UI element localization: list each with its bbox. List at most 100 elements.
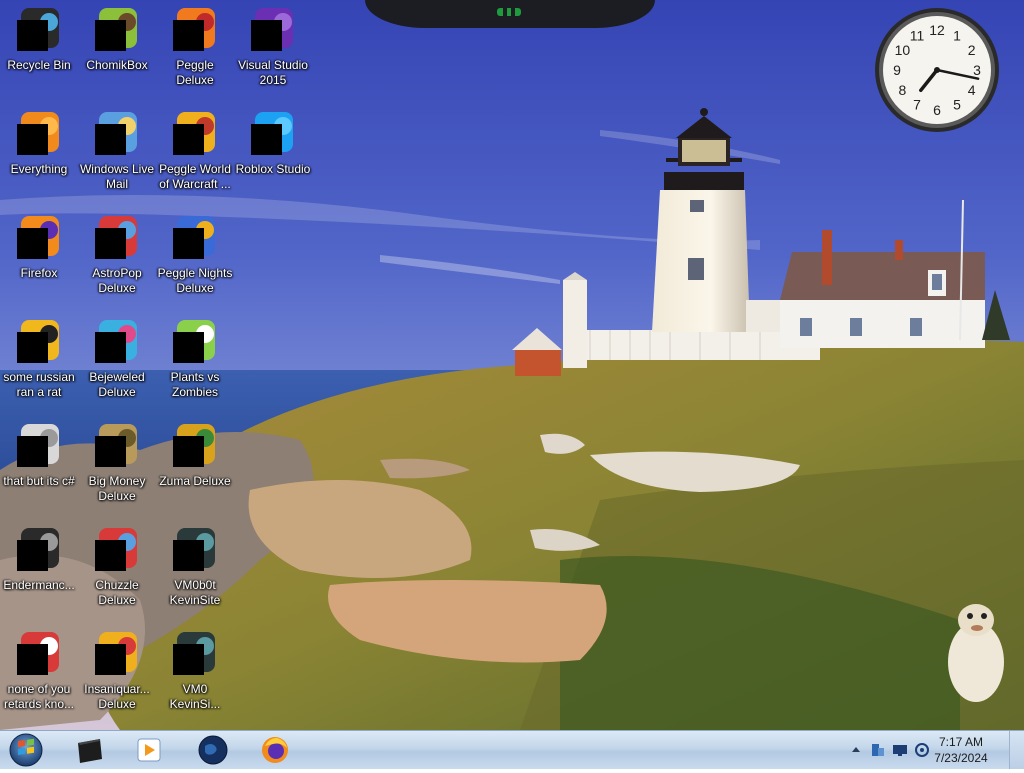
desktop-icon-label: Endermanc... [3, 578, 75, 592]
desktop-icon-peggle-nights-deluxe[interactable]: Peggle Nights Deluxe [156, 214, 234, 296]
desktop-icon-chomikbox[interactable]: ChomikBox [78, 6, 156, 73]
desktop-icon-visual-studio-2015[interactable]: Visual Studio 2015 [234, 6, 312, 88]
mail-icon [93, 110, 141, 158]
chuzzle-icon [93, 526, 141, 574]
taskbar-globe[interactable] [186, 732, 240, 768]
visual-studio-icon [249, 6, 297, 54]
redaction-box [251, 124, 282, 155]
dark-box-icon [78, 739, 102, 763]
redaction-box [17, 436, 48, 467]
desktop-icon-insaniquar-deluxe[interactable]: Insaniquar... Deluxe [78, 630, 156, 712]
desktop-icon-endermanc[interactable]: Endermanc... [0, 526, 78, 593]
top-notch-bar [365, 0, 655, 28]
desktop-icon-roblox-studio[interactable]: Roblox Studio [234, 110, 312, 177]
terminal-icon [15, 526, 63, 574]
desktop-icon-label: Bejeweled Deluxe [89, 370, 145, 399]
bejeweled-icon [93, 318, 141, 366]
desktop-icon-label: Firefox [20, 266, 58, 280]
redaction-box [95, 436, 126, 467]
clock-date[interactable]: 7/23/2024 [926, 751, 996, 765]
desktop-icon-label: VM0b0t KevinSite [169, 578, 221, 607]
desktop-icon-big-money-deluxe[interactable]: Big Money Deluxe [78, 422, 156, 504]
clock-numeral: 4 [968, 82, 976, 98]
firefox-icon [15, 214, 63, 262]
display-icon[interactable] [892, 742, 908, 758]
recycle-bin-icon [15, 6, 63, 54]
vm-icon [171, 630, 219, 678]
show-desktop-button[interactable] [1009, 731, 1024, 769]
redaction-box [17, 228, 48, 259]
redaction-box [17, 540, 48, 571]
clock-gadget[interactable]: 12 12 3 45678 9 1011 [872, 6, 1002, 134]
desktop-icon-peggle-world-of-warcraft[interactable]: Peggle World of Warcraft ... [156, 110, 234, 192]
desktop-icon-everything[interactable]: Everything [0, 110, 78, 177]
show-hidden-icons-icon[interactable] [848, 742, 864, 758]
desktop-icon-recycle-bin[interactable]: Recycle Bin [0, 6, 78, 73]
desktop-icon-some-russian-ran-a-rat[interactable]: some russian ran a rat [0, 318, 78, 400]
redaction-box [173, 436, 204, 467]
desktop-icon-label: Peggle World of Warcraft ... [159, 162, 231, 191]
plants-vs-zombies-icon [171, 318, 219, 366]
desktop-icon-plants-vs-zombies[interactable]: Plants vs Zombies [156, 318, 234, 400]
astropop-icon [93, 214, 141, 262]
redaction-box [95, 124, 126, 155]
redaction-box [17, 644, 48, 675]
desktop-icon-label: Windows Live Mail [79, 162, 155, 191]
desktop-icon-that-but-its-c[interactable]: that but its c# [0, 422, 78, 489]
network-icon[interactable] [870, 742, 886, 758]
system-tray: 7:17 AM 7/23/2024 [844, 731, 1024, 769]
redaction-box [95, 228, 126, 259]
clock-numeral: 10 [895, 42, 911, 58]
desktop-icon-label: Recycle Bin [7, 58, 71, 72]
clock-numeral: 7 [913, 97, 921, 113]
peggle-nights-icon [171, 214, 219, 262]
clock-numeral: 3 [973, 62, 981, 78]
document-icon [15, 318, 63, 366]
desktop-icon-bejeweled-deluxe[interactable]: Bejeweled Deluxe [78, 318, 156, 400]
start-button[interactable] [4, 732, 48, 768]
desktop-icon-none-of-you-retards-kno[interactable]: none of you retards kno... [0, 630, 78, 712]
desktop-icon-peggle-deluxe[interactable]: Peggle Deluxe [156, 6, 234, 88]
desktop-icon-label: Chuzzle Deluxe [95, 578, 139, 607]
desktop-icon-label: VM0 KevinSi... [169, 682, 221, 711]
files-icon [15, 422, 63, 470]
roblox-studio-icon [249, 110, 297, 158]
redaction-box [17, 124, 48, 155]
redaction-box [95, 540, 126, 571]
clock-numeral: 11 [910, 27, 925, 43]
globe-icon [198, 735, 228, 765]
redaction-box [17, 20, 48, 51]
desktop-icon-vm0b0t-kevinsite[interactable]: VM0b0t KevinSite [156, 526, 234, 608]
taskbar: 7:17 AM 7/23/2024 [0, 730, 1024, 769]
desktop-icon-label: ChomikBox [86, 58, 148, 72]
desktop-icon-label: Plants vs Zombies [170, 370, 220, 399]
zuma-icon [171, 422, 219, 470]
redaction-box [173, 332, 204, 363]
clock-numeral: 1 [953, 27, 961, 43]
taskbar-media-player[interactable] [122, 732, 176, 768]
desktop-icon-windows-live-mail[interactable]: Windows Live Mail [78, 110, 156, 192]
clock-numeral: 5 [953, 97, 961, 113]
taskbar-app-1[interactable] [62, 732, 116, 768]
desktop-icon-firefox[interactable]: Firefox [0, 214, 78, 281]
desktop-icon-label: Big Money Deluxe [88, 474, 146, 503]
clock-numeral: 6 [933, 102, 941, 118]
clock-time[interactable]: 7:17 AM [926, 735, 996, 749]
everything-search-icon [15, 110, 63, 158]
desktop-icon-vm0-kevinsi[interactable]: VM0 KevinSi... [156, 630, 234, 712]
desktop-icon-chuzzle-deluxe[interactable]: Chuzzle Deluxe [78, 526, 156, 608]
desktop-icon-astropop-deluxe[interactable]: AstroPop Deluxe [78, 214, 156, 296]
desktop-icon-label: Peggle Deluxe [176, 58, 214, 87]
desktop-icon-label: Everything [10, 162, 68, 176]
desktop-icon-zuma-deluxe[interactable]: Zuma Deluxe [156, 422, 234, 489]
desktop-icon-label: none of you retards kno... [3, 682, 75, 711]
insaniquarium-icon [93, 630, 141, 678]
taskbar-firefox[interactable] [248, 732, 302, 768]
redaction-box [173, 124, 204, 155]
app-icon [15, 630, 63, 678]
redaction-box [95, 332, 126, 363]
money-bag-icon [93, 422, 141, 470]
peggle-icon [171, 6, 219, 54]
redaction-box [95, 644, 126, 675]
green-indicator-icon [497, 8, 521, 18]
